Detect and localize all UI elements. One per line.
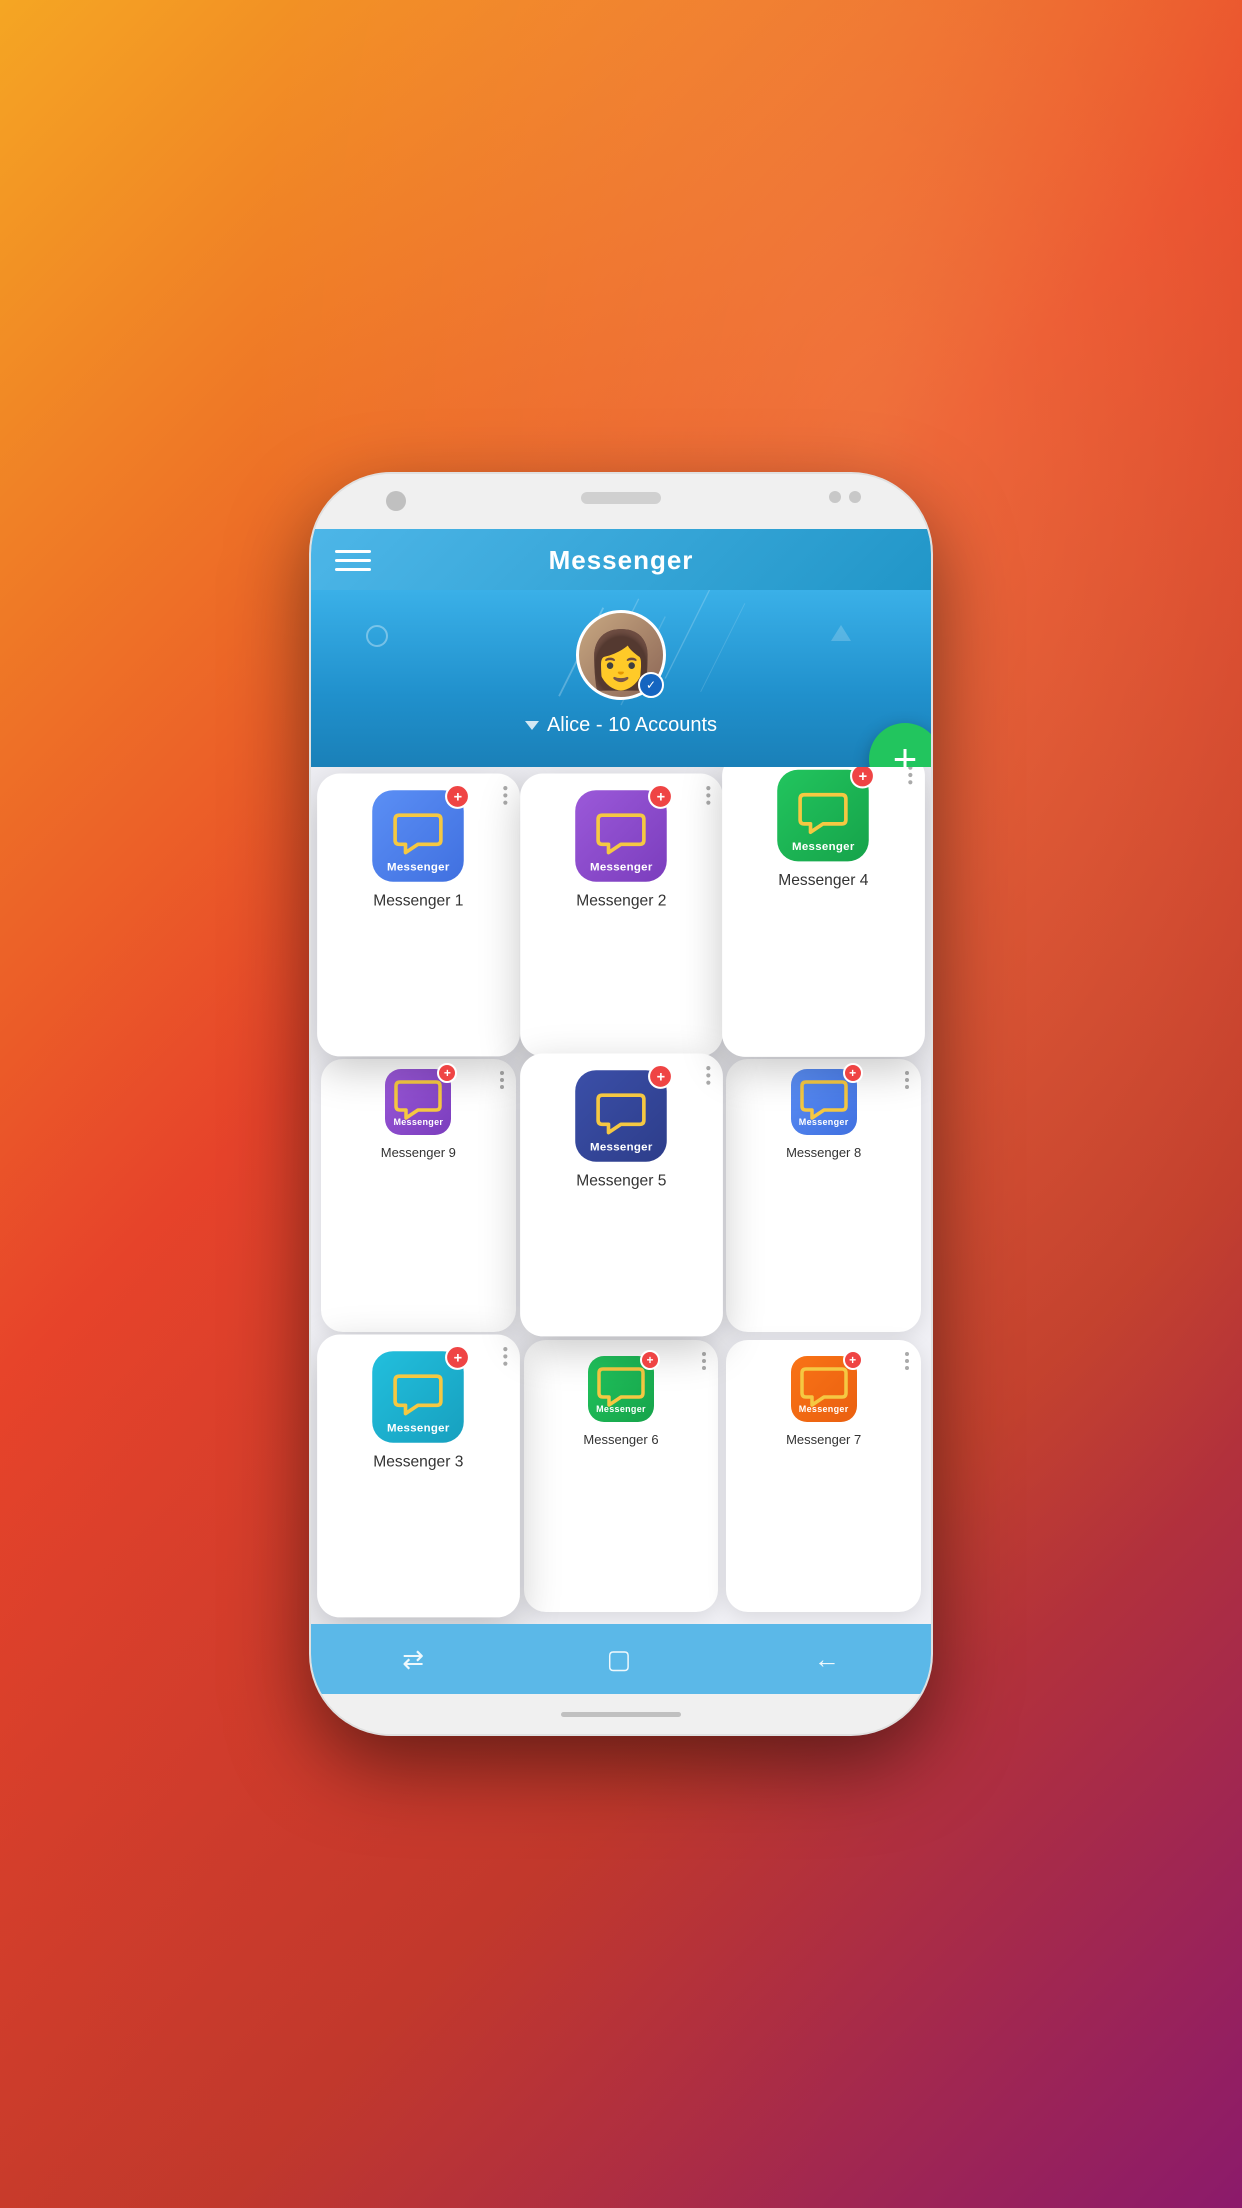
messenger-1-menu[interactable] <box>503 786 507 805</box>
messenger-9-card[interactable]: Messenger + Messenger 9 <box>321 1059 516 1331</box>
profile-section: ✓ Alice - 10 Accounts + <box>311 590 931 767</box>
messenger-5-icon-label: Messenger <box>575 1141 667 1153</box>
profile-name-label: Alice - 10 Accounts <box>547 714 717 737</box>
messenger-2-icon-wrap: Messenger + <box>575 790 667 882</box>
messenger-7-menu[interactable] <box>905 1352 909 1370</box>
messenger-7-card[interactable]: Messenger + Messenger 7 <box>726 1340 921 1612</box>
messenger-4-icon-label: Messenger <box>778 841 870 853</box>
messenger-9-icon-wrap: Messenger + <box>385 1069 451 1135</box>
home-indicator <box>561 1712 681 1717</box>
phone-camera <box>386 491 406 511</box>
nav-switch-button[interactable]: ⇄ <box>402 1644 424 1675</box>
phone-dots <box>829 491 861 503</box>
messenger-9-name: Messenger 9 <box>381 1145 456 1160</box>
messenger-4-name: Messenger 4 <box>779 872 869 890</box>
bottom-nav: ⇄ ▢ ← <box>311 1624 931 1694</box>
messenger-6-name: Messenger 6 <box>583 1432 658 1447</box>
nav-back-button[interactable]: ← <box>814 1644 840 1675</box>
messenger-9-add-badge: + <box>437 1063 457 1083</box>
messenger-1-card[interactable]: Messenger + Messenger 1 <box>317 774 519 1057</box>
phone-screen: Messenger ✓ Alice - 10 Accounts <box>311 529 931 1694</box>
phone-frame: Messenger ✓ Alice - 10 Accounts <box>311 474 931 1734</box>
messenger-8-icon-wrap: Messenger + <box>791 1069 857 1135</box>
messenger-8-icon-label: Messenger <box>791 1117 857 1127</box>
messenger-4-card[interactable]: Messenger + Messenger 4 <box>722 767 924 1057</box>
add-account-fab[interactable]: + <box>869 723 931 767</box>
messenger-4-add-badge: + <box>851 767 876 789</box>
messenger-8-add-badge: + <box>843 1063 863 1083</box>
messenger-4-menu[interactable] <box>908 767 912 784</box>
messenger-2-menu[interactable] <box>706 786 710 805</box>
messenger-3-add-badge: + <box>445 1345 470 1370</box>
messenger-8-name: Messenger 8 <box>786 1145 861 1160</box>
messenger-9-menu[interactable] <box>500 1071 504 1089</box>
messenger-5-add-badge: + <box>648 1064 673 1089</box>
messenger-7-name: Messenger 7 <box>786 1432 861 1447</box>
app-title: Messenger <box>335 545 907 576</box>
messenger-3-name: Messenger 3 <box>373 1453 463 1471</box>
messenger-6-add-badge: + <box>640 1350 660 1370</box>
messenger-1-name: Messenger 1 <box>373 892 463 910</box>
messenger-3-icon-wrap: Messenger + <box>373 1351 465 1443</box>
phone-speaker <box>581 492 661 504</box>
phone-top-bar <box>311 474 931 529</box>
messenger-2-name: Messenger 2 <box>576 892 666 910</box>
messenger-2-add-badge: + <box>648 784 673 809</box>
avatar-container[interactable]: ✓ <box>576 610 666 700</box>
messenger-1-icon-label: Messenger <box>373 861 465 873</box>
messenger-3-icon-label: Messenger <box>373 1422 465 1434</box>
messenger-5-name: Messenger 5 <box>576 1172 666 1190</box>
messenger-5-card[interactable]: Messenger + Messenger 5 <box>520 1054 722 1337</box>
apps-grid: Messenger + Messenger 1 <box>311 767 931 1624</box>
messenger-1-icon-wrap: Messenger + <box>373 790 465 882</box>
messenger-5-icon-wrap: Messenger + <box>575 1071 667 1163</box>
nav-square-button[interactable]: ▢ <box>607 1644 632 1675</box>
messenger-2-card[interactable]: Messenger + Messenger 2 <box>520 774 722 1057</box>
messenger-3-card[interactable]: Messenger + Messenger 3 <box>317 1334 519 1617</box>
messenger-6-icon-wrap: Messenger + <box>588 1356 654 1422</box>
dropdown-arrow-icon <box>525 721 539 730</box>
messenger-6-menu[interactable] <box>702 1352 706 1370</box>
messenger-7-icon-wrap: Messenger + <box>791 1356 857 1422</box>
messenger-7-add-badge: + <box>843 1350 863 1370</box>
phone-dot-1 <box>829 491 841 503</box>
messenger-4-icon-wrap: Messenger + <box>778 770 870 862</box>
profile-name[interactable]: Alice - 10 Accounts <box>525 714 717 737</box>
phone-bottom-bar <box>311 1694 931 1734</box>
messenger-8-card[interactable]: Messenger + Messenger 8 <box>726 1059 921 1331</box>
messenger-9-icon-label: Messenger <box>385 1117 451 1127</box>
messenger-1-add-badge: + <box>445 784 470 809</box>
messenger-3-menu[interactable] <box>503 1347 507 1366</box>
messenger-7-icon-label: Messenger <box>791 1404 857 1414</box>
messenger-8-menu[interactable] <box>905 1071 909 1089</box>
avatar-edit-badge[interactable]: ✓ <box>638 672 664 698</box>
messenger-2-icon-label: Messenger <box>575 861 667 873</box>
phone-dot-2 <box>849 491 861 503</box>
messenger-6-card[interactable]: Messenger + Messenger 6 <box>524 1340 719 1612</box>
app-header: Messenger <box>311 529 931 590</box>
header-top: Messenger <box>335 545 907 590</box>
messenger-6-icon-label: Messenger <box>588 1404 654 1414</box>
messenger-5-menu[interactable] <box>706 1066 710 1085</box>
